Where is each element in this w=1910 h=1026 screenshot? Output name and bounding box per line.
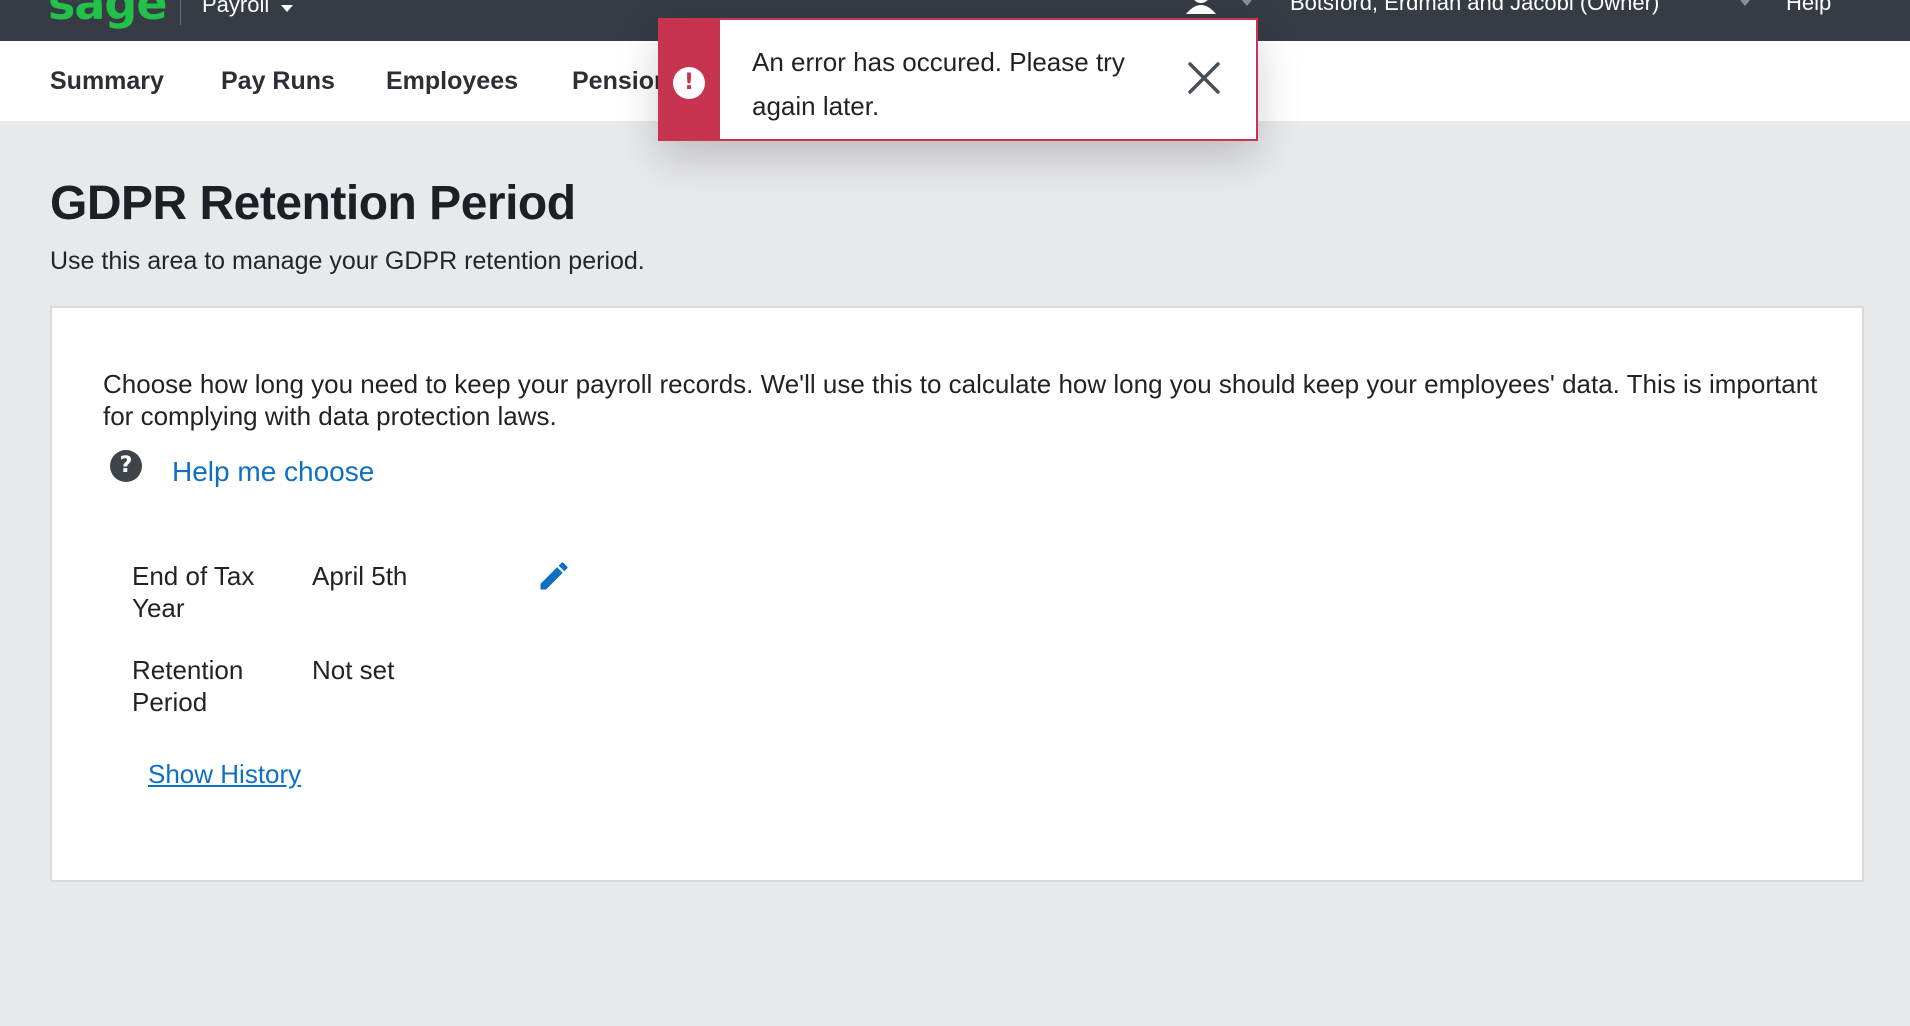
page-title: GDPR Retention Period — [50, 177, 576, 230]
retention-card: Choose how long you need to keep your pa… — [50, 306, 1864, 882]
chevron-down-icon[interactable] — [1740, 0, 1750, 6]
pencil-icon[interactable] — [536, 558, 572, 594]
close-icon[interactable] — [1184, 58, 1224, 98]
end-of-tax-year-value: April 5th — [312, 561, 408, 591]
nav-item-summary[interactable]: Summary — [50, 67, 164, 96]
product-switcher[interactable]: Payroll — [202, 0, 294, 18]
retention-period-label: Retention Period — [132, 655, 244, 717]
nav-item-employees[interactable]: Employees — [386, 67, 518, 96]
topbar-divider — [180, 0, 181, 25]
toast-accent-bar: ! — [660, 20, 720, 139]
nav-item-pay-runs[interactable]: Pay Runs — [221, 67, 335, 96]
help-me-choose-link[interactable]: Help me choose — [172, 456, 374, 488]
card-description: Choose how long you need to keep your pa… — [103, 369, 1818, 431]
chevron-down-icon — [281, 4, 294, 12]
toast-message: An error has occured. Please try again l… — [752, 47, 1125, 121]
page-subtitle: Use this area to manage your GDPR retent… — [50, 247, 645, 275]
company-menu[interactable]: Botsford, Erdman and Jacobi (Owner) — [1290, 0, 1659, 16]
product-label: Payroll — [202, 0, 270, 17]
chevron-down-icon[interactable] — [1242, 0, 1252, 6]
end-of-tax-year-label: End of Tax Year — [132, 561, 255, 623]
help-link[interactable]: Help — [1786, 0, 1831, 16]
show-history-link[interactable]: Show History — [148, 759, 301, 790]
question-icon[interactable]: ? — [110, 450, 142, 482]
retention-period-value: Not set — [312, 655, 395, 685]
user-icon[interactable] — [1184, 0, 1218, 14]
sage-logo[interactable]: sage — [48, 0, 168, 30]
error-toast: ! An error has occured. Please try again… — [658, 18, 1258, 141]
error-icon: ! — [673, 67, 705, 99]
